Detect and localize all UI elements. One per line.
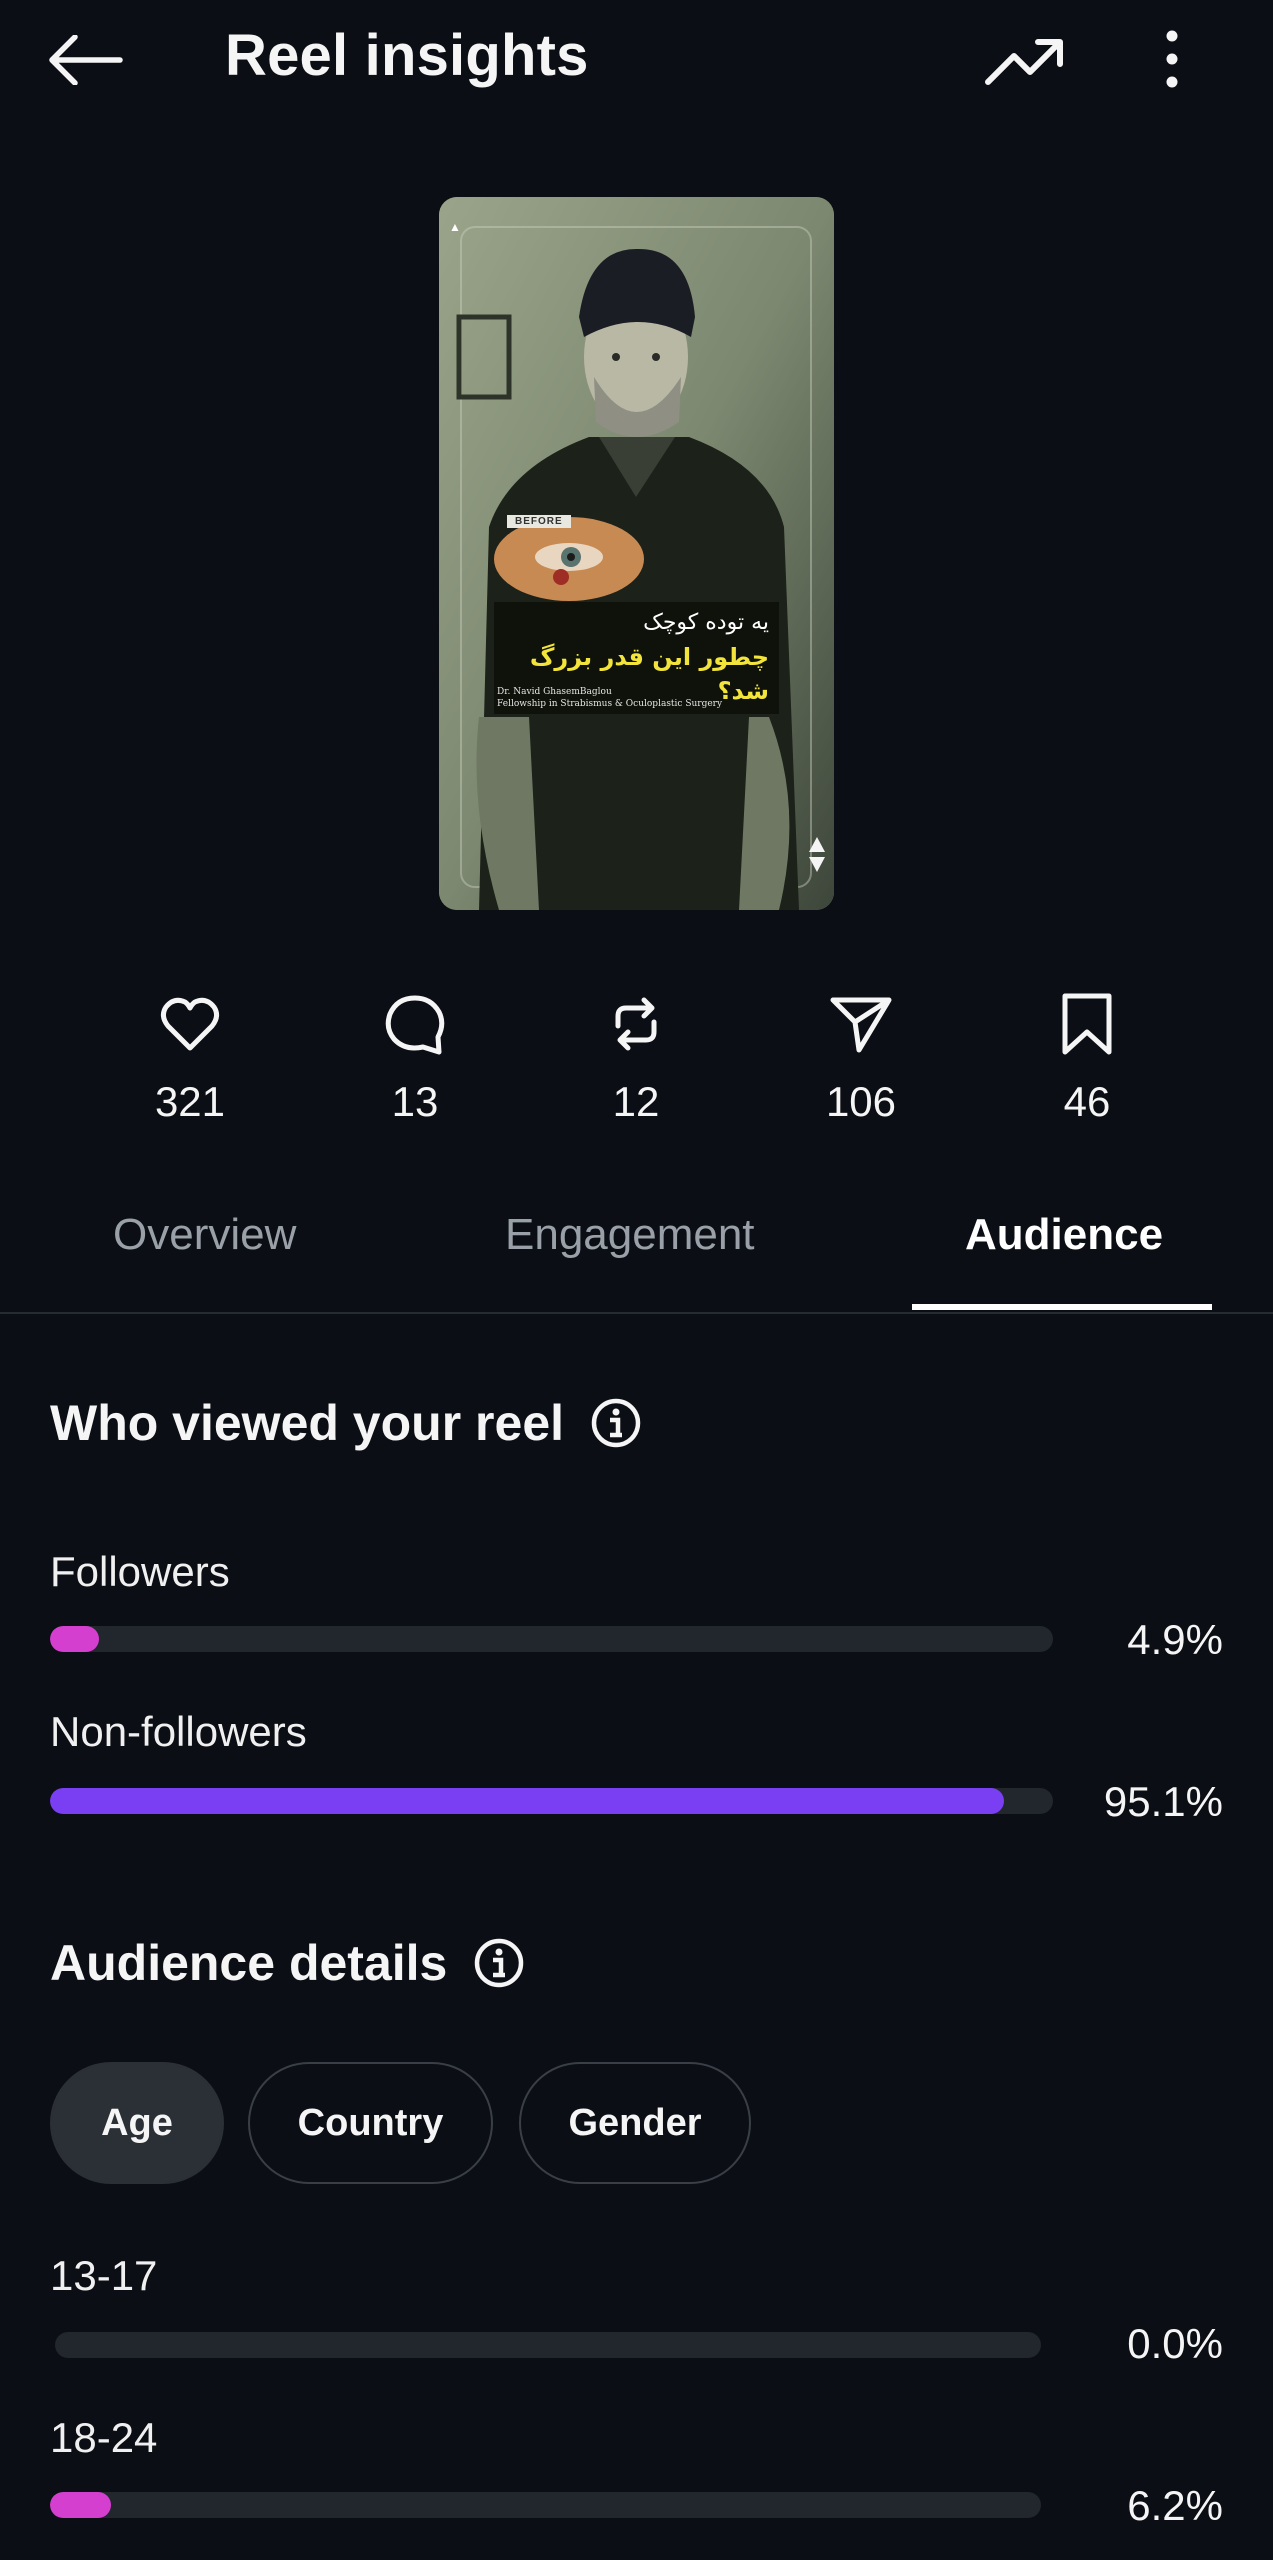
age-13-17-label: 13-17 <box>50 2252 158 2299</box>
reposts-count: 12 <box>612 1078 660 1125</box>
chip-country[interactable]: Country <box>248 2062 493 2184</box>
repost-icon <box>615 997 657 1051</box>
trend-button[interactable] <box>982 30 1066 94</box>
stat-comments: 13 <box>335 992 495 1126</box>
top-app-bar: Reel insights <box>0 0 1273 120</box>
chip-age[interactable]: Age <box>50 2062 224 2184</box>
age-18-24-bar <box>50 2492 1041 2518</box>
reel-caption-line1: یه توده کوچک <box>643 610 769 635</box>
non-followers-bar <box>50 1788 1053 1814</box>
age-18-24-label: 18-24 <box>50 2414 158 2461</box>
arrow-left-icon <box>49 35 123 85</box>
followers-bar-fill <box>50 1626 100 1652</box>
tab-audience[interactable]: Audience <box>965 1210 1163 1260</box>
audience-details-section-title: Audience details <box>50 1934 525 1992</box>
age-18-24-bar-fill <box>50 2492 112 2518</box>
bookmark-icon <box>1062 993 1112 1055</box>
more-vertical-icon <box>1166 30 1178 88</box>
who-viewed-section-title: Who viewed your reel <box>50 1394 642 1452</box>
reel-credit-title: Fellowship in Strabismus & Oculoplastic … <box>497 699 723 709</box>
non-followers-label: Non-followers <box>50 1708 307 1755</box>
saves-count: 46 <box>1063 1078 1111 1125</box>
trending-up-icon <box>985 39 1063 85</box>
tabs-divider <box>0 1312 1273 1314</box>
reel-credit-name: Dr. Navid GhasemBaglou <box>497 687 612 697</box>
tab-overview[interactable]: Overview <box>113 1210 296 1260</box>
comments-count: 13 <box>391 1078 439 1125</box>
tab-engagement[interactable]: Engagement <box>505 1210 755 1260</box>
heart-icon <box>160 997 220 1051</box>
stat-shares: 106 <box>781 992 941 1126</box>
followers-bar <box>50 1626 1053 1652</box>
shares-count: 106 <box>825 1078 897 1125</box>
share-icon <box>830 997 892 1053</box>
more-options-button[interactable] <box>1150 26 1194 92</box>
age-18-24-value: 6.2% <box>1127 2482 1223 2529</box>
followers-value: 4.9% <box>1127 1616 1223 1663</box>
info-icon[interactable] <box>590 1397 642 1449</box>
chip-gender[interactable]: Gender <box>519 2062 751 2184</box>
before-tag: BEFORE <box>507 515 571 528</box>
non-followers-bar-fill <box>50 1788 1004 1814</box>
active-tab-indicator <box>912 1304 1212 1310</box>
reel-credit: Dr. Navid GhasemBaglou Fellowship in Str… <box>497 686 722 710</box>
page-title: Reel insights <box>225 23 589 88</box>
stat-likes: 321 <box>110 992 270 1126</box>
who-viewed-title: Who viewed your reel <box>50 1395 565 1451</box>
reel-insights-page: Reel insights ▲ BEFORE یه توده کوچک چطور… <box>0 0 1273 2560</box>
followers-label: Followers <box>50 1548 230 1595</box>
age-13-17-bar <box>55 2332 1041 2358</box>
non-followers-value: 95.1% <box>1103 1778 1223 1825</box>
comment-icon <box>385 995 445 1055</box>
age-13-17-value: 0.0% <box>1127 2320 1223 2367</box>
svg-text:▲: ▲ <box>449 220 461 234</box>
back-button[interactable] <box>48 28 124 92</box>
reel-image: ▲ <box>439 197 834 910</box>
stat-saves: 46 <box>1007 992 1167 1126</box>
reel-thumbnail[interactable]: ▲ BEFORE یه توده کوچک چطور این قدر بزرگ … <box>439 197 834 910</box>
likes-count: 321 <box>154 1078 226 1125</box>
audience-details-title: Audience details <box>50 1935 448 1991</box>
info-icon[interactable] <box>473 1937 525 1989</box>
stat-reposts: 12 <box>556 992 716 1126</box>
